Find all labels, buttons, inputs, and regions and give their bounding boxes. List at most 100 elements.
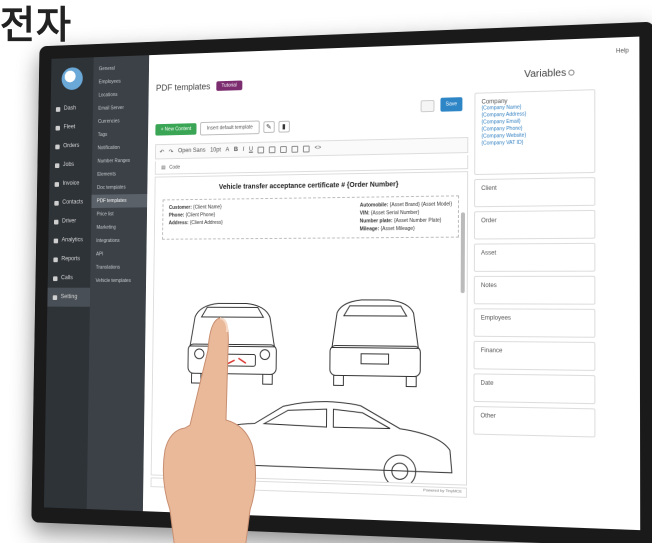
help-link[interactable]: Help: [616, 48, 629, 55]
field-key: VIN:: [360, 210, 370, 216]
field-value: {Client Phone}: [186, 212, 216, 218]
subnav-item[interactable]: Notification: [92, 141, 148, 156]
main-sidebar: Dash Fleet Orders Jobs Invoice Contacts Driver…: [44, 57, 94, 509]
code-label[interactable]: Code: [169, 164, 180, 170]
field-key: Number plate:: [360, 218, 393, 224]
print-button[interactable]: [421, 100, 435, 112]
nav-item-calls[interactable]: Calls: [48, 269, 91, 288]
redo-icon[interactable]: ↷: [169, 148, 174, 155]
page-title: PDF templates: [156, 82, 211, 93]
variables-panel: Company {Company Name} {Company Address}{…: [473, 89, 595, 507]
nav-item-dash[interactable]: Dash: [50, 99, 93, 119]
align-left-icon[interactable]: [258, 146, 265, 153]
car-icon: [56, 125, 60, 130]
app-logo: [61, 67, 82, 90]
variable-group-date[interactable]: Date: [473, 373, 595, 404]
variable-group-asset[interactable]: Asset: [474, 243, 596, 272]
nav-item-label: Driver: [62, 219, 76, 225]
calls-icon: [53, 276, 57, 281]
field-key: Phone:: [169, 213, 185, 219]
edit-icon[interactable]: ✎: [263, 121, 274, 133]
code-view-icon[interactable]: ▤: [161, 165, 165, 171]
subnav-item[interactable]: Integrations: [91, 234, 147, 248]
car-rear-view: [330, 300, 421, 387]
variables-title: Variables: [524, 68, 566, 80]
field-value: {Client Name}: [193, 204, 222, 210]
monitor: Dash Fleet Orders Jobs Invoice Contacts Driver…: [31, 22, 652, 543]
align-right-icon[interactable]: [280, 146, 287, 153]
nav-item-invoice[interactable]: Invoice: [49, 174, 92, 194]
nav-item-label: Setting: [61, 294, 78, 300]
document-title: Vehicle transfer acceptance certificate …: [155, 180, 467, 192]
tutorial-badge[interactable]: Tutorial: [216, 80, 243, 90]
variable-group-order[interactable]: Order: [474, 210, 595, 240]
subnav-item[interactable]: Price list: [91, 207, 147, 221]
subnav-item[interactable]: Marketing: [91, 221, 147, 235]
subnav-item[interactable]: Vehicle templates: [90, 274, 146, 287]
contacts-icon: [54, 200, 58, 205]
field-key: Address:: [169, 220, 189, 226]
field-value: {Asset Mileage}: [381, 226, 415, 232]
field-row: Address: {Client Address}: [169, 219, 223, 227]
orders-icon: [55, 144, 59, 149]
editor-scrollbar[interactable]: [461, 212, 465, 293]
nav-item-contacts[interactable]: Contacts: [49, 193, 92, 212]
nav-item-label: Dash: [64, 106, 76, 112]
headline: 전자: [0, 0, 72, 49]
trash-icon[interactable]: ▮: [278, 121, 289, 133]
table-icon[interactable]: [292, 145, 299, 152]
nav-item-setting[interactable]: Setting: [47, 288, 90, 307]
variable-group-client[interactable]: Client: [474, 177, 595, 207]
variable-link[interactable]: {Company VAT ID}: [481, 138, 588, 147]
save-button[interactable]: Save: [440, 97, 462, 112]
nav-item-jobs[interactable]: Jobs: [50, 155, 93, 175]
nav-item-label: Calls: [61, 275, 73, 281]
subnav-item[interactable]: Elements: [92, 167, 148, 181]
nav-item-reports[interactable]: Reports: [48, 250, 91, 269]
variable-group-employees[interactable]: Employees: [474, 308, 596, 337]
nav-item-orders[interactable]: Orders: [50, 136, 93, 156]
field-key: Mileage:: [360, 226, 380, 232]
nav-item-fleet[interactable]: Fleet: [50, 117, 93, 137]
field-key: Automobile:: [360, 202, 389, 208]
nav-item-analytics[interactable]: Analytics: [48, 231, 91, 250]
settings-icon: [53, 295, 57, 300]
insert-template-button[interactable]: Insert default template: [200, 121, 259, 136]
subnav-item[interactable]: Number Ranges: [92, 154, 148, 168]
font-size-select[interactable]: 10pt: [210, 148, 221, 154]
font-select[interactable]: Open Sans: [178, 148, 206, 154]
italic-icon[interactable]: I: [243, 147, 245, 153]
nav-item-label: Contacts: [62, 200, 83, 206]
variable-group-company[interactable]: Company {Company Name} {Company Address}{…: [474, 89, 595, 175]
nav-item-label: Orders: [63, 143, 79, 149]
variable-group-finance[interactable]: Finance: [474, 341, 596, 371]
text-color-icon[interactable]: A: [226, 147, 230, 153]
screen: Dash Fleet Orders Jobs Invoice Contacts Driver…: [44, 37, 640, 531]
analytics-icon: [54, 238, 58, 243]
align-center-icon[interactable]: [269, 146, 276, 153]
bold-icon[interactable]: B: [234, 147, 238, 153]
undo-icon[interactable]: ↶: [160, 148, 165, 155]
dashboard-icon: [56, 107, 60, 112]
subnav-item[interactable]: Translations: [90, 261, 146, 275]
variable-group-other[interactable]: Other: [473, 406, 595, 438]
subnav-item[interactable]: API: [91, 247, 147, 261]
fields-right: Automobile: {Asset Brand} {Asset Model} V…: [360, 200, 452, 233]
new-content-button[interactable]: + New Content: [155, 123, 196, 136]
image-icon[interactable]: [303, 145, 310, 152]
subnav-item[interactable]: Doc templates: [92, 181, 148, 195]
settings-subnav: General Employees Locations Email Server Cur…: [87, 55, 149, 511]
hand-illustration: [150, 310, 270, 543]
reports-icon: [53, 257, 57, 262]
variable-group-notes[interactable]: Notes: [474, 276, 596, 305]
field-value: {Asset Number Plate}: [394, 218, 441, 224]
field-value: {Asset Serial Number}: [371, 210, 419, 217]
subnav-item[interactable]: PDF templates: [91, 194, 147, 208]
nav-item-driver[interactable]: Driver: [49, 212, 92, 231]
subnav-item[interactable]: Tags: [92, 127, 148, 142]
code-icon[interactable]: <>: [315, 145, 322, 151]
title-row: PDF templates Tutorial: [156, 80, 243, 92]
info-icon[interactable]: [568, 69, 574, 75]
field-block: Customer: {Client Name} Phone: {Client Ph…: [162, 195, 459, 239]
underline-icon[interactable]: U: [249, 147, 253, 153]
